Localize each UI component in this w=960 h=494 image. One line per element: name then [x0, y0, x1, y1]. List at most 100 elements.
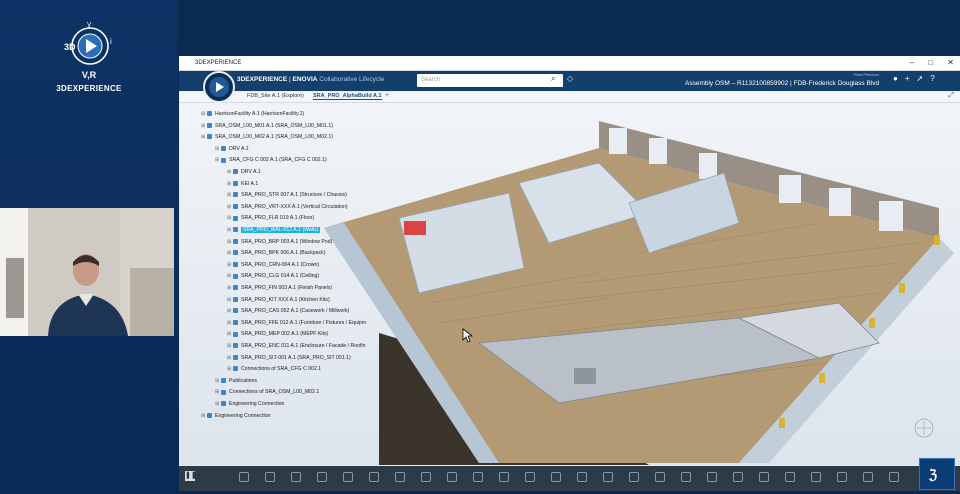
tool-icon[interactable] — [421, 472, 431, 482]
tool-icon[interactable] — [837, 472, 847, 482]
tree-node[interactable]: ⊞ SRA_PRO_CAS 052 A.1 (Casework / Millwor… — [227, 307, 349, 316]
tree-node[interactable]: ⊞ SRA_PRO_BPK 006 A.1 (Backpack) — [227, 249, 325, 258]
user-name: Reid Peterson — [854, 72, 880, 77]
tree-node[interactable]: ⊞ Connections of SRA_OSM_L00_M02.1 — [215, 388, 319, 397]
tree-node[interactable]: ⊞ Publications — [215, 377, 257, 386]
tree-node[interactable]: ⊞ SRA_PRO_SIT-001 A.1 (SRA_PRO_SIT 001.1) — [227, 354, 351, 363]
minimize-button[interactable]: – — [910, 58, 914, 67]
tree-node-label: SRA_PRO_ENC 011 A.1 (Enclosure / Facade … — [241, 343, 366, 349]
tool-icon[interactable] — [863, 472, 873, 482]
tree-node[interactable]: ⊞ SRA_PRO_CRN-004 A.1 (Crown) — [227, 261, 319, 270]
3d-viewport[interactable]: ⊞ HarrisonFacility A.1 (HarrisonFacility.… — [179, 103, 960, 465]
tree-node-label: SRA_PRO_VRT-XXX A.1 (Vertical Circulatio… — [241, 203, 348, 210]
tool-icon[interactable] — [603, 472, 613, 482]
product-node-icon — [233, 203, 238, 209]
tool-icon[interactable] — [291, 472, 301, 482]
tree-node[interactable]: ⊞ SRA_PRO_ENC 011 A.1 (Enclosure / Facade… — [227, 342, 365, 351]
tool-icon[interactable] — [889, 472, 899, 482]
tool-icon[interactable] — [811, 472, 821, 482]
tree-node[interactable]: ⊞ SRA_PRO_CLG 014 A.1 (Ceiling) — [227, 272, 319, 281]
tree-node[interactable]: ⊞ SRA_CFG C 002 A.1 (SRA_CFG C 002.1) — [215, 156, 327, 165]
tree-node[interactable]: ⊞ SRA_OSM_L00_M02 A.1 (SRA_OSM_L00_M02.1) — [201, 133, 333, 142]
tool-icon[interactable] — [447, 472, 457, 482]
tree-node[interactable]: ⊞ Connections of SRA_CFG C 002.1 — [227, 365, 321, 374]
tool-icon[interactable] — [473, 472, 483, 482]
tree-node[interactable]: ⊞ DRV A.1 — [215, 145, 249, 154]
pause-icon[interactable]: ❚❚ — [185, 471, 197, 481]
tree-node[interactable]: ⊞ Engineering Connection — [201, 412, 270, 421]
product-node-icon — [233, 227, 238, 233]
tool-icon[interactable] — [525, 472, 535, 482]
tree-node[interactable]: ⊞ SRA_PRO_VRT-XXX A.1 (Vertical Circulati… — [227, 203, 348, 212]
tree-node[interactable]: ⊞ SRA_PRO_FFE 012 A.1 (Furniture / Fixtur… — [227, 319, 366, 328]
share-icon[interactable]: ➚ — [917, 74, 924, 83]
tree-node-label: SRA_PRO_BRP 003 A.1 (Window Pod) — [241, 238, 333, 245]
product-node-icon — [221, 157, 226, 163]
app-window: 3DEXPERIENCE – □ ✕ 3DEXPERIENCE | ENOVIA… — [179, 56, 960, 491]
tool-icon[interactable] — [369, 472, 379, 482]
tree-node-label: SRA_PRO_CAS 052 A.1 (Casework / Millwork… — [241, 308, 350, 315]
tool-icon[interactable] — [577, 472, 587, 482]
tree-node[interactable]: ⊞ SRA_PRO_STR 007 A.1 (Structure / Chassi… — [227, 191, 347, 200]
compass-widget[interactable] — [914, 418, 934, 438]
tool-icon[interactable] — [681, 472, 691, 482]
search-input[interactable]: Search — [417, 74, 563, 87]
tool-icon[interactable] — [499, 472, 509, 482]
maximize-button[interactable]: □ — [928, 58, 933, 67]
close-button[interactable]: ✕ — [947, 58, 954, 67]
tool-icon[interactable] — [707, 472, 717, 482]
tree-node-label: SRA_PRO_FIN 003 A.1 (Finish Panels) — [241, 285, 333, 291]
fullscreen-icon[interactable]: ⤢ — [948, 92, 954, 100]
compass-button[interactable] — [203, 71, 235, 103]
app-title: 3DEXPERIENCE | ENOVIA Collaborative Life… — [237, 76, 384, 83]
help-icon[interactable]: ? — [930, 74, 934, 83]
tree-node[interactable]: ⊞ DRV A.1 — [227, 168, 261, 177]
tool-icon[interactable] — [759, 472, 769, 482]
tool-icon[interactable] — [551, 472, 561, 482]
product-node-icon — [221, 145, 226, 151]
tool-icon[interactable] — [785, 472, 795, 482]
tag-icon[interactable]: ◇ — [567, 74, 573, 83]
app-module: Collaborative Lifecycle — [317, 76, 385, 83]
tool-icon[interactable] — [733, 472, 743, 482]
product-node-icon — [233, 261, 238, 267]
tree-node[interactable]: ⊞ SRA_PRO_BRP 003 A.1 (Window Pod) — [227, 238, 332, 247]
product-node-icon — [221, 401, 226, 407]
product-tree: ⊞ HarrisonFacility A.1 (HarrisonFacility.… — [179, 103, 379, 433]
plus-icon[interactable]: + — [905, 74, 910, 83]
tool-icon[interactable] — [655, 472, 665, 482]
tab-fdb-site[interactable]: FDB_Site A.1 (Explore) — [247, 93, 304, 99]
tree-node-label: Engineering Connection — [229, 401, 285, 407]
tab-alphabuild[interactable]: SRA_PRO_AlphaBuild A.1 — [313, 93, 382, 100]
product-node-icon — [233, 285, 238, 291]
tree-node[interactable]: ⊞ SRA_PRO_KIT XXX A.1 (Kitchen Kits) — [227, 296, 330, 305]
product-node-icon — [233, 343, 238, 349]
tool-icon[interactable] — [629, 472, 639, 482]
context-title[interactable]: Assembly OSM – R1132100859902 | FDB-Fred… — [685, 80, 879, 87]
tree-node[interactable]: ⊞ SRA_PRO_FIN 003 A.1 (Finish Panels) — [227, 284, 332, 293]
product-node-icon — [233, 354, 238, 360]
tree-node-label: Connections of SRA_OSM_L00_M02.1 — [229, 389, 320, 396]
tree-node-label: SRA_CFG C 002 A.1 (SRA_CFG C 002.1) — [229, 157, 327, 164]
product-node-icon — [207, 134, 212, 140]
tree-node[interactable]: ⊞ KEI A.1 — [227, 180, 258, 189]
tree-node-label: SRA_PRO_STR 007 A.1 (Structure / Chassis… — [241, 192, 347, 199]
search-icon[interactable]: ⌕ — [551, 74, 555, 84]
avatar-icon[interactable]: ● — [893, 74, 898, 83]
tree-node[interactable]: ⊞ SRA_PRO_WAL-012 A.1 (Walls) — [227, 226, 321, 235]
tool-icon[interactable] — [317, 472, 327, 482]
tool-icon[interactable] — [343, 472, 353, 482]
tool-icon[interactable] — [265, 472, 275, 482]
tree-node-label: Connections of SRA_CFG C 002.1 — [241, 366, 322, 373]
tree-node[interactable]: ⊞ SRA_PRO_MEP 002 A.1 (MEPF Kits) — [227, 330, 328, 339]
tree-node[interactable]: ⊞ Engineering Connection — [215, 400, 284, 409]
svg-text:ℨ: ℨ — [928, 467, 937, 482]
add-tab-button[interactable]: + — [385, 92, 389, 99]
window-controls: – □ ✕ — [898, 56, 954, 70]
tree-node[interactable]: ⊞ SRA_PRO_FLR 019 A.1 (Floor) — [227, 214, 314, 223]
tree-node[interactable]: ⊞ SRA_OSM_L00_M01 A.1 (SRA_OSM_L00_M01.1) — [201, 122, 333, 131]
tree-node[interactable]: ⊞ HarrisonFacility A.1 (HarrisonFacility.… — [201, 110, 304, 119]
tool-icon[interactable] — [395, 472, 405, 482]
tool-icon[interactable] — [239, 472, 249, 482]
action-bar: ❚❚ — [179, 466, 960, 491]
